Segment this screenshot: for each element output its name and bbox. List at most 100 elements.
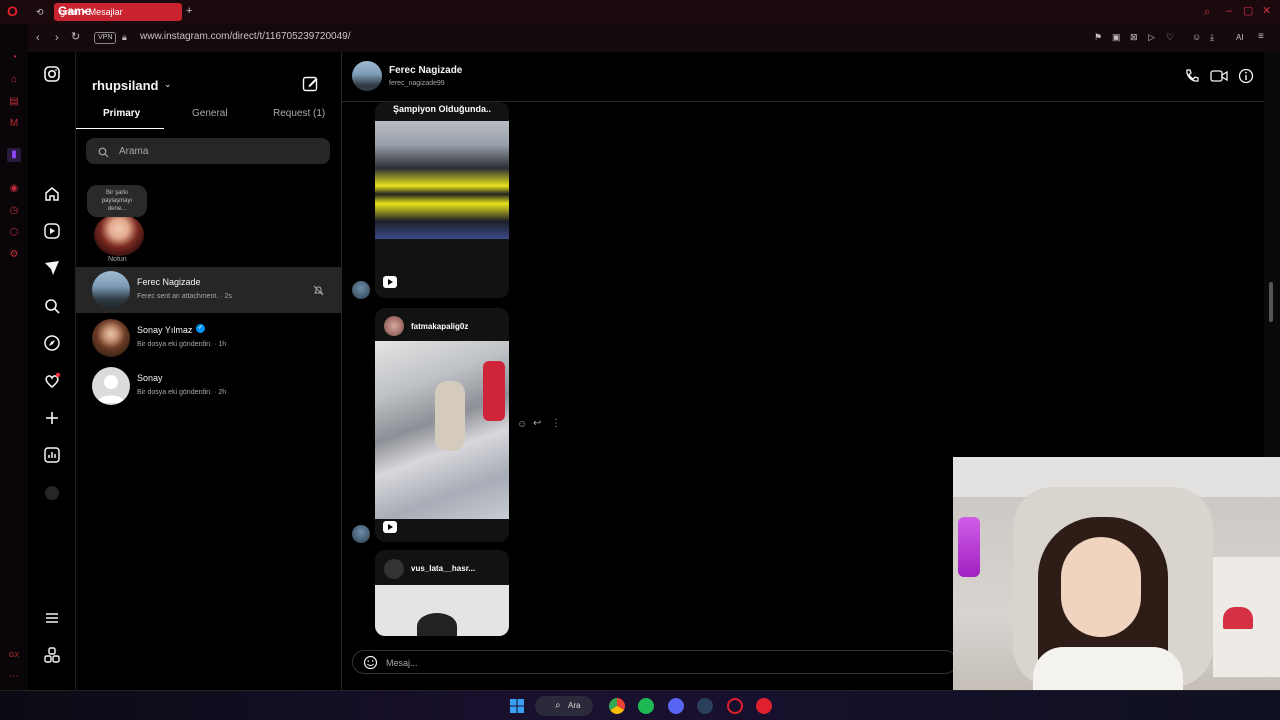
- opera-sidebar: ◔ ⌂ ▤ M ▮ ◉ ◷ ⬡ ⚙ GX ⋯: [0, 24, 28, 690]
- steam-icon[interactable]: [697, 698, 713, 714]
- dashboard-icon[interactable]: [42, 446, 62, 466]
- windows-start-icon[interactable]: [509, 698, 525, 714]
- account-switcher[interactable]: rhupsiland ⌄: [76, 52, 196, 102]
- game-overlay-label: Game: [58, 4, 92, 18]
- search-input[interactable]: Arama: [86, 138, 330, 164]
- more-options-icon[interactable]: ⋮: [551, 418, 561, 429]
- chat-header: Ferec Nagizade ferec_nagizade99: [342, 52, 1264, 102]
- forward-icon[interactable]: ›: [55, 32, 59, 44]
- contact-handle: ferec_nagizade99: [389, 80, 445, 87]
- shared-reel-card[interactable]: vus_lata__hasr...: [375, 550, 509, 636]
- twitch-icon[interactable]: ▮: [7, 148, 21, 162]
- home-icon[interactable]: [42, 185, 62, 205]
- create-icon[interactable]: [42, 409, 62, 429]
- reel-figure: [435, 381, 465, 451]
- conversation-preview: Bir dosya eki gönderdin. · 1h: [137, 341, 227, 348]
- url-field[interactable]: www.instagram.com/direct/t/1167052397200…: [140, 31, 351, 42]
- emoji-icon[interactable]: [363, 655, 378, 675]
- gx-icon[interactable]: GX: [7, 649, 21, 663]
- webcam-person-face: [1061, 537, 1141, 637]
- chevron-down-icon: ⌄: [164, 79, 172, 89]
- close-window-icon[interactable]: ✕: [1262, 5, 1271, 17]
- shared-reel-card[interactable]: Şampiyon Olduğunda..: [375, 102, 509, 298]
- opera-gx-icon[interactable]: [727, 698, 743, 714]
- muted-bell-icon: [313, 283, 324, 301]
- extensions-icon[interactable]: ⬡: [7, 226, 21, 240]
- info-icon[interactable]: [1238, 68, 1254, 89]
- tab-primary[interactable]: Primary: [103, 108, 140, 119]
- reel-thumbnail: [375, 121, 509, 239]
- message-input[interactable]: Mesaj...: [352, 650, 957, 674]
- aria-icon[interactable]: ◔: [7, 51, 21, 65]
- lock-icon[interactable]: 🔒︎: [122, 31, 127, 43]
- video-call-icon[interactable]: [1210, 69, 1228, 88]
- settings-icon[interactable]: ⚙: [7, 248, 21, 262]
- note-avatar: [94, 214, 144, 256]
- back-icon[interactable]: ‹: [36, 32, 40, 44]
- contact-name[interactable]: Ferec Nagizade: [389, 65, 462, 76]
- menu-icon[interactable]: ≡: [1258, 31, 1264, 43]
- taskbar-search[interactable]: ⌕ Ara: [535, 696, 593, 716]
- webcam-overlay: [953, 457, 1280, 720]
- scrollbar-thumb[interactable]: [1269, 282, 1273, 322]
- search-icon[interactable]: [42, 297, 62, 317]
- audio-call-icon[interactable]: [1184, 68, 1200, 89]
- react-emoji-icon[interactable]: ☺: [517, 419, 527, 430]
- download-icon[interactable]: ⤓: [1210, 31, 1214, 43]
- avatar: [92, 367, 130, 405]
- tab-nav-icon[interactable]: ⟲: [36, 6, 44, 18]
- play-icon[interactable]: ▷: [1148, 31, 1155, 43]
- chat-scrollbar[interactable]: [1264, 52, 1280, 457]
- spotify-icon[interactable]: [638, 698, 654, 714]
- heart-icon[interactable]: ♡: [1166, 31, 1174, 43]
- reel-author: fatmakapalig0z: [411, 322, 469, 331]
- new-tab-icon[interactable]: +: [186, 5, 192, 17]
- reels-icon[interactable]: [42, 222, 62, 242]
- instagram-logo-icon[interactable]: [42, 65, 62, 85]
- note-label: Notun: [108, 256, 127, 263]
- browser-tab-bar: O ⟲ gram • Mesajlar Game + ⌕ – ▢ ✕: [0, 0, 1280, 24]
- profile-icon[interactable]: ☺: [1192, 31, 1201, 43]
- vpn-badge[interactable]: VPN: [94, 32, 117, 44]
- reply-icon[interactable]: ↩: [533, 418, 541, 429]
- discord-icon[interactable]: [668, 698, 684, 714]
- tab-requests[interactable]: Request (1): [273, 108, 325, 119]
- messages-icon[interactable]: [42, 259, 62, 279]
- block-icon[interactable]: ⊠: [1130, 31, 1138, 43]
- tab-general[interactable]: General: [192, 108, 228, 119]
- contact-avatar[interactable]: [352, 61, 382, 91]
- snapshot-icon[interactable]: ▣: [1112, 31, 1121, 43]
- minimize-icon[interactable]: –: [1226, 5, 1232, 17]
- bookmark-icon[interactable]: ⚑: [1094, 31, 1102, 43]
- notifications-heart-icon[interactable]: [42, 372, 62, 392]
- also-from-meta-icon[interactable]: [42, 646, 62, 666]
- search-placeholder: Arama: [119, 146, 149, 157]
- conversation-row[interactable]: Sonay Yılmaz ✓ Bir dosya eki gönderdin. …: [76, 315, 341, 361]
- conversation-row[interactable]: Sonay Bir dosya eki gönderdin. · 2h: [76, 363, 341, 409]
- bag-icon[interactable]: ▤: [7, 95, 21, 109]
- more-menu-icon[interactable]: [42, 609, 62, 629]
- taskbar-search-icon: ⌕: [555, 700, 561, 711]
- profile-avatar-icon[interactable]: [42, 484, 62, 504]
- more-icon[interactable]: ⋯: [7, 670, 21, 684]
- reload-icon[interactable]: ↻: [71, 31, 80, 43]
- conversation-row[interactable]: Ferec Nagizade Ferec sent an attachment.…: [76, 267, 341, 313]
- messenger-icon[interactable]: M: [7, 117, 21, 131]
- opera-logo-icon[interactable]: O: [7, 4, 18, 18]
- new-message-icon[interactable]: [302, 75, 319, 97]
- explore-icon[interactable]: [42, 334, 62, 354]
- ai-button[interactable]: AI: [1236, 32, 1244, 44]
- chrome-icon[interactable]: [609, 698, 625, 714]
- search-tabs-icon[interactable]: ⌕: [1204, 6, 1210, 18]
- workspace-icon[interactable]: ⌂: [7, 73, 21, 87]
- shared-reel-card[interactable]: fatmakapalig0z: [375, 308, 509, 542]
- opera-icon[interactable]: [756, 698, 772, 714]
- history-icon[interactable]: ◷: [7, 204, 21, 218]
- note-bubble-text: Bir şarkı paylaşmayı dene...: [101, 190, 133, 212]
- conversation-name: Sonay Yılmaz: [137, 325, 193, 335]
- maximize-icon[interactable]: ▢: [1243, 5, 1253, 17]
- reel-thumbnail: [375, 585, 509, 636]
- player-icon[interactable]: ◉: [7, 182, 21, 196]
- webcam-lamp: [958, 517, 980, 577]
- reel-author-avatar: [384, 559, 404, 579]
